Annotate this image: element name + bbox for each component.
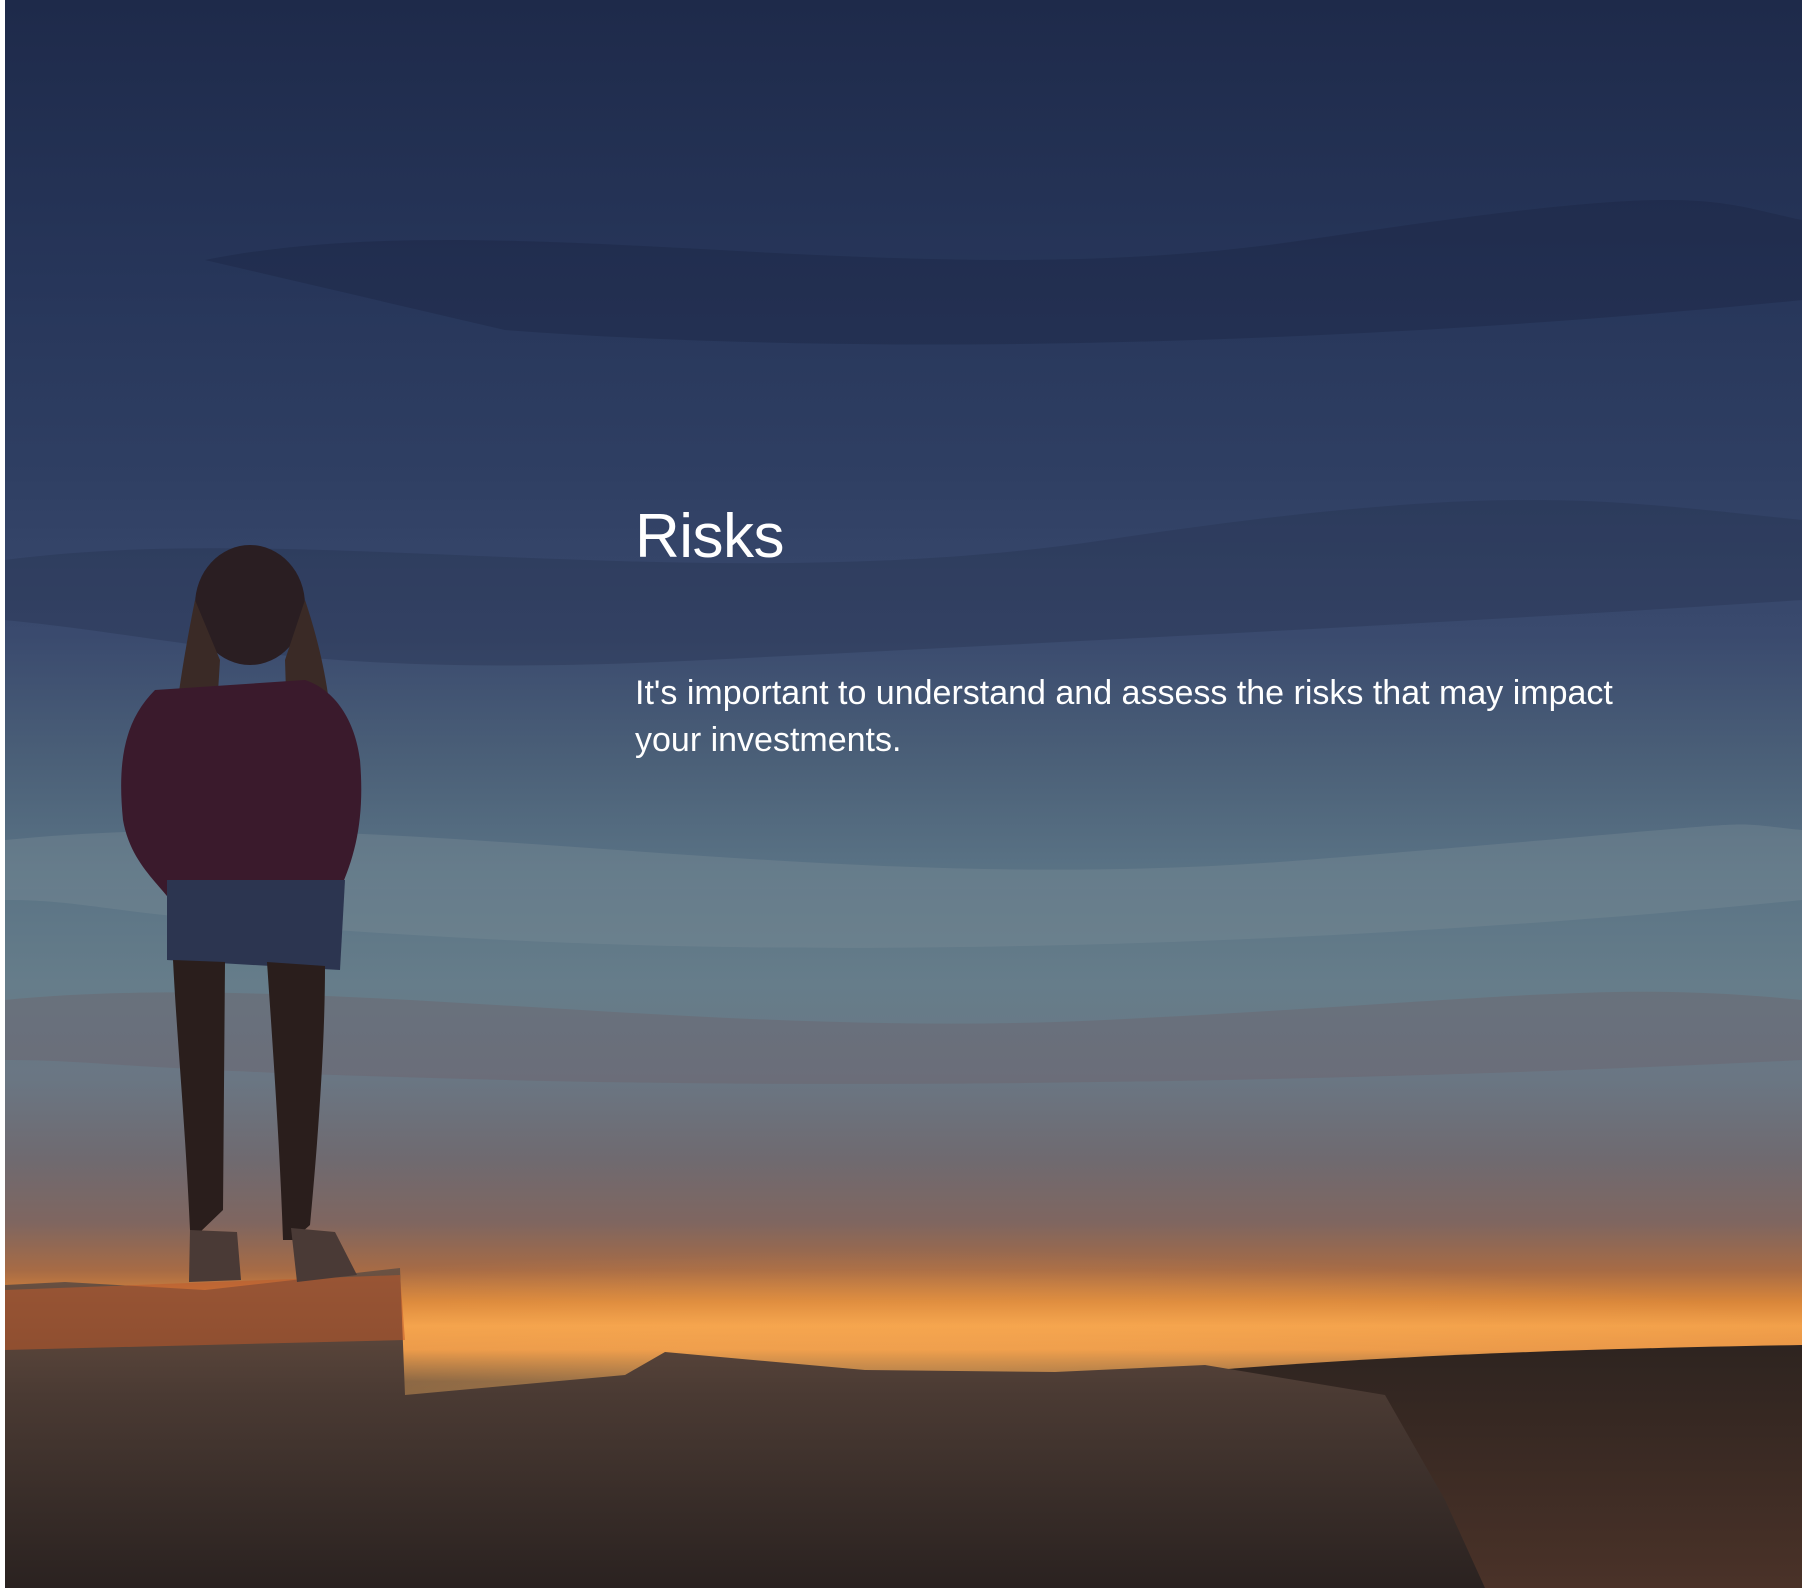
hero-text-block: Risks It's important to understand and a… [635, 500, 1685, 764]
hero-section: Risks It's important to understand and a… [5, 0, 1802, 1588]
hero-title: Risks [635, 502, 785, 571]
page-frame: Risks It's important to understand and a… [0, 0, 1802, 1588]
hero-description: It's important to understand and assess … [635, 674, 1613, 760]
hero-background-image [5, 200, 1802, 1588]
